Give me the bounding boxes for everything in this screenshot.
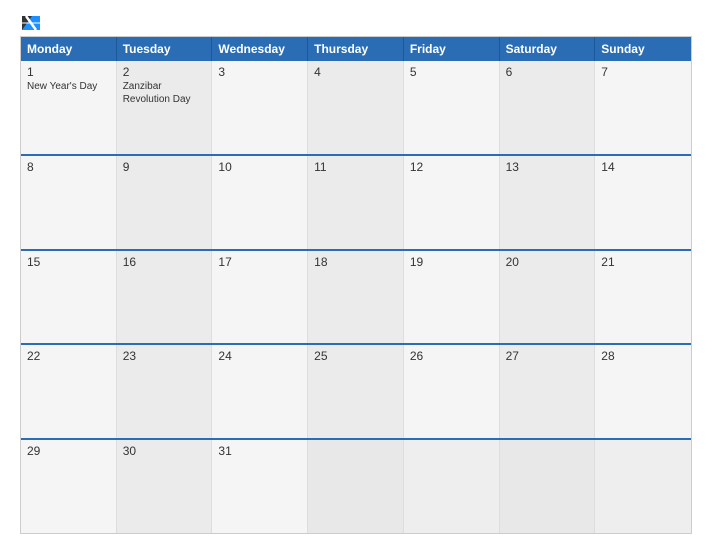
holiday-label: New Year's Day [27, 80, 110, 93]
day-number: 9 [123, 160, 206, 174]
header-day-saturday: Saturday [500, 37, 596, 61]
day-number: 8 [27, 160, 110, 174]
day-number: 30 [123, 444, 206, 458]
cal-cell [595, 440, 691, 533]
cal-cell: 3 [212, 61, 308, 154]
cal-cell: 9 [117, 156, 213, 249]
cal-cell: 28 [595, 345, 691, 438]
week-row-5: 29 30 31 [21, 438, 691, 533]
cal-cell: 26 [404, 345, 500, 438]
day-number: 5 [410, 65, 493, 79]
day-number: 4 [314, 65, 397, 79]
cal-cell: 30 [117, 440, 213, 533]
day-number: 15 [27, 255, 110, 269]
cal-cell: 7 [595, 61, 691, 154]
cal-cell: 10 [212, 156, 308, 249]
day-number: 6 [506, 65, 589, 79]
cal-cell: 16 [117, 251, 213, 344]
day-number: 23 [123, 349, 206, 363]
day-number: 22 [27, 349, 110, 363]
cal-cell: 20 [500, 251, 596, 344]
day-number: 25 [314, 349, 397, 363]
day-number: 26 [410, 349, 493, 363]
week-row-3: 15 16 17 18 19 20 21 [21, 249, 691, 344]
logo-flag-icon [22, 16, 40, 30]
cal-cell: 2Zanzibar Revolution Day [117, 61, 213, 154]
cal-cell: 24 [212, 345, 308, 438]
day-number: 13 [506, 160, 589, 174]
header-day-friday: Friday [404, 37, 500, 61]
holiday-label: Zanzibar Revolution Day [123, 80, 206, 106]
calendar-body: 1New Year's Day2Zanzibar Revolution Day3… [21, 61, 691, 533]
day-number: 11 [314, 160, 397, 174]
day-number: 17 [218, 255, 301, 269]
header [20, 16, 692, 30]
header-day-sunday: Sunday [595, 37, 691, 61]
cal-cell: 15 [21, 251, 117, 344]
cal-cell: 5 [404, 61, 500, 154]
cal-cell: 18 [308, 251, 404, 344]
cal-cell [308, 440, 404, 533]
day-number: 3 [218, 65, 301, 79]
cal-cell: 14 [595, 156, 691, 249]
header-day-tuesday: Tuesday [117, 37, 213, 61]
cal-cell: 29 [21, 440, 117, 533]
cal-cell: 12 [404, 156, 500, 249]
cal-cell: 22 [21, 345, 117, 438]
cal-cell: 17 [212, 251, 308, 344]
day-number: 10 [218, 160, 301, 174]
cal-cell: 8 [21, 156, 117, 249]
cal-cell: 27 [500, 345, 596, 438]
day-number: 18 [314, 255, 397, 269]
logo [20, 16, 40, 30]
week-row-1: 1New Year's Day2Zanzibar Revolution Day3… [21, 61, 691, 154]
cal-cell: 25 [308, 345, 404, 438]
cal-cell [500, 440, 596, 533]
week-row-4: 22 23 24 25 26 27 28 [21, 343, 691, 438]
page: MondayTuesdayWednesdayThursdayFridaySatu… [0, 0, 712, 550]
header-day-wednesday: Wednesday [212, 37, 308, 61]
day-number: 21 [601, 255, 685, 269]
day-number: 2 [123, 65, 206, 79]
cal-cell: 13 [500, 156, 596, 249]
week-row-2: 89 10 11 12 13 14 [21, 154, 691, 249]
day-number: 31 [218, 444, 301, 458]
day-number: 7 [601, 65, 685, 79]
calendar-header: MondayTuesdayWednesdayThursdayFridaySatu… [21, 37, 691, 61]
day-number: 20 [506, 255, 589, 269]
cal-cell: 23 [117, 345, 213, 438]
day-number: 24 [218, 349, 301, 363]
day-number: 16 [123, 255, 206, 269]
cal-cell: 6 [500, 61, 596, 154]
day-number: 19 [410, 255, 493, 269]
day-number: 29 [27, 444, 110, 458]
calendar: MondayTuesdayWednesdayThursdayFridaySatu… [20, 36, 692, 534]
cal-cell: 1New Year's Day [21, 61, 117, 154]
day-number: 12 [410, 160, 493, 174]
cal-cell [404, 440, 500, 533]
header-day-monday: Monday [21, 37, 117, 61]
day-number: 27 [506, 349, 589, 363]
day-number: 28 [601, 349, 685, 363]
cal-cell: 4 [308, 61, 404, 154]
cal-cell: 31 [212, 440, 308, 533]
header-day-thursday: Thursday [308, 37, 404, 61]
cal-cell: 11 [308, 156, 404, 249]
day-number: 1 [27, 65, 110, 79]
logo-blue-row [20, 16, 40, 30]
cal-cell: 19 [404, 251, 500, 344]
day-number: 14 [601, 160, 685, 174]
cal-cell: 21 [595, 251, 691, 344]
